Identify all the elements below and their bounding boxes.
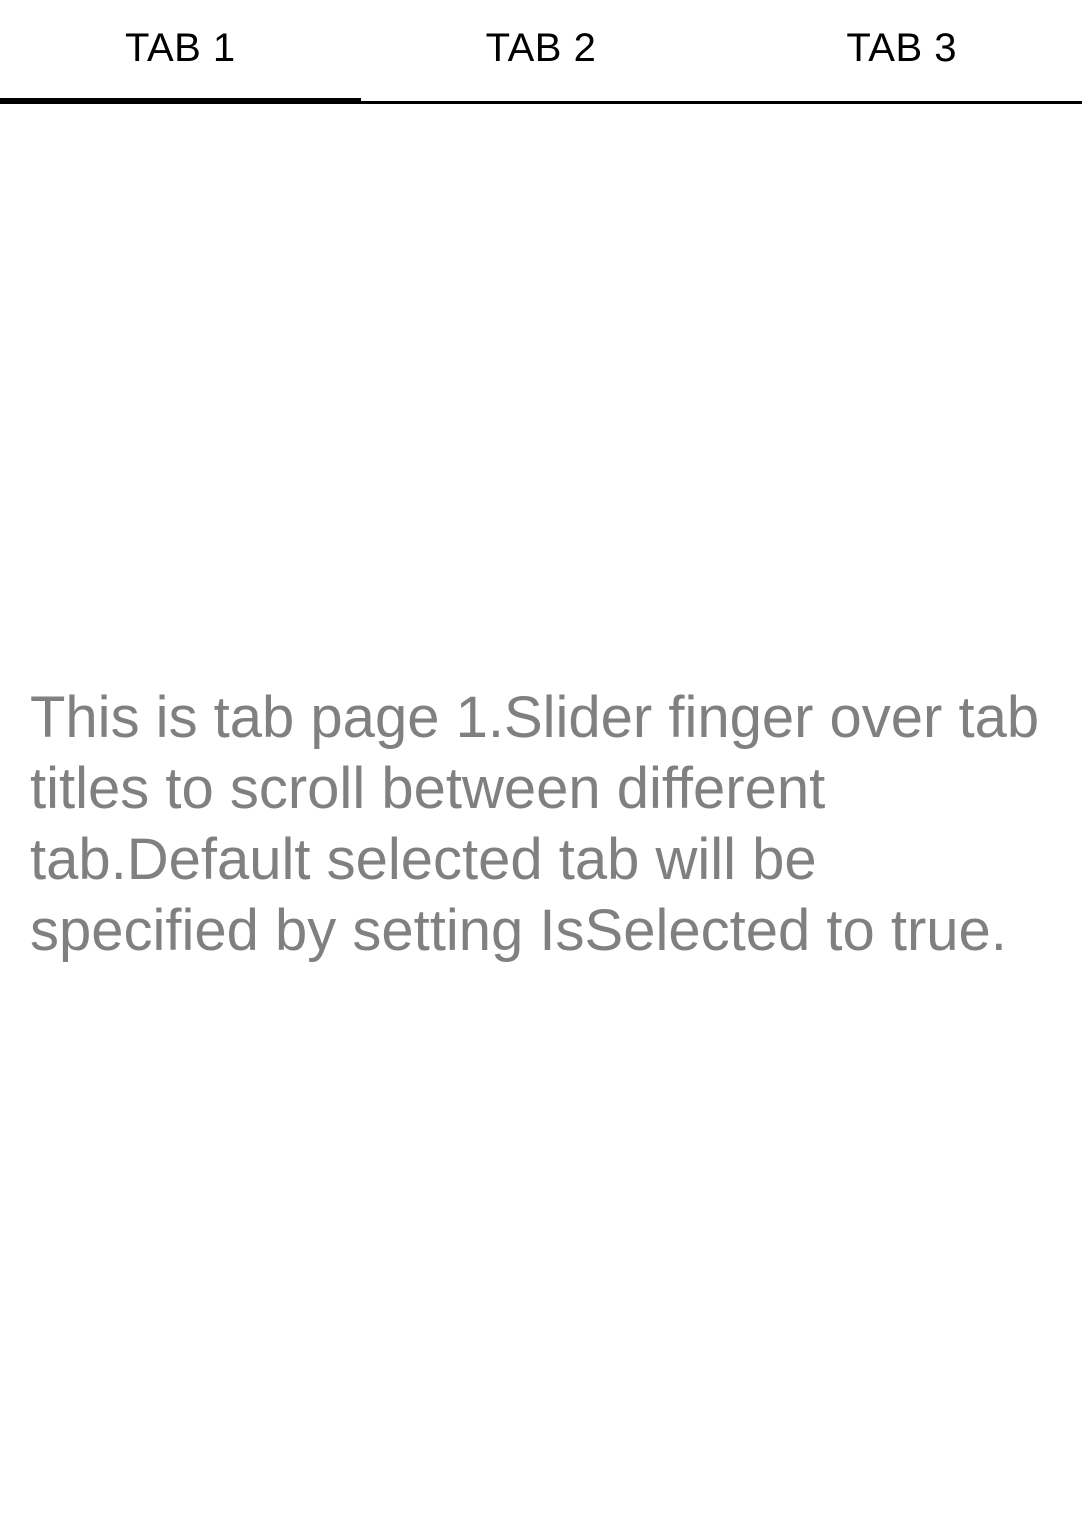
tab-page-content[interactable]: This is tab page 1.Slider finger over ta… (0, 104, 1082, 1532)
tab-bar: TAB 1 TAB 2 TAB 3 (0, 0, 1082, 104)
tab-1[interactable]: TAB 1 (0, 0, 361, 104)
tab-label: TAB 2 (485, 26, 597, 70)
tab-2[interactable]: TAB 2 (361, 0, 722, 101)
tab-page-text: This is tab page 1.Slider finger over ta… (30, 685, 1040, 963)
tab-3[interactable]: TAB 3 (721, 0, 1082, 101)
tab-label: TAB 1 (124, 26, 236, 70)
tab-label: TAB 3 (846, 26, 958, 70)
